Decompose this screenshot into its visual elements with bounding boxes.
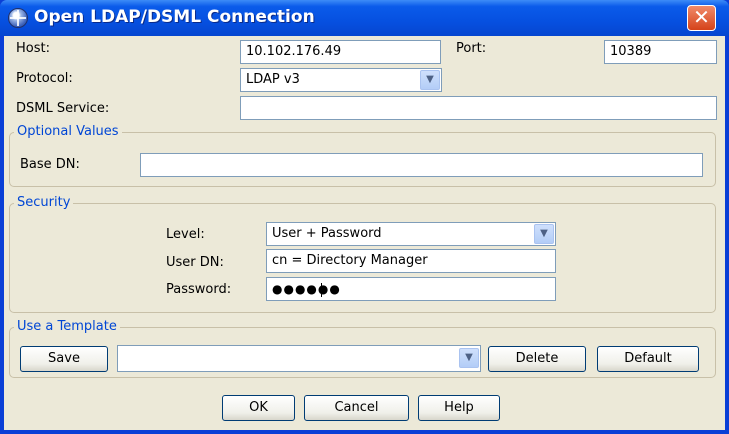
protocol-value: LDAP v3 [246, 72, 300, 87]
dialog-body: Host: 10.102.176.49 Port: 10389 Protocol… [4, 36, 725, 430]
title-bar[interactable]: Open LDAP/DSML Connection ✕ [0, 0, 729, 36]
template-title: Use a Template [14, 319, 120, 334]
dialog-window: Open LDAP/DSML Connection ✕ Host: 10.102… [0, 0, 729, 434]
ldap-connection-icon [8, 8, 28, 28]
host-label: Host: [16, 41, 50, 56]
delete-template-button[interactable]: Delete [488, 346, 586, 372]
close-button[interactable]: ✕ [687, 5, 716, 31]
level-select[interactable]: User + Password ▼ [266, 222, 556, 246]
password-label: Password: [166, 282, 232, 297]
save-template-button[interactable]: Save [20, 346, 108, 372]
window-title: Open LDAP/DSML Connection [34, 7, 315, 27]
chevron-down-icon[interactable]: ▼ [459, 348, 479, 368]
chevron-down-icon[interactable]: ▼ [420, 70, 440, 90]
protocol-label: Protocol: [16, 71, 73, 86]
level-value: User + Password [272, 226, 382, 241]
user-dn-label: User DN: [166, 255, 224, 270]
help-button[interactable]: Help [418, 395, 500, 421]
default-template-button[interactable]: Default [597, 346, 699, 372]
base-dn-label: Base DN: [20, 157, 80, 172]
dsml-service-input[interactable] [240, 96, 717, 120]
cancel-button[interactable]: Cancel [304, 395, 409, 421]
security-title: Security [14, 195, 74, 210]
password-input[interactable]: ●●●●●● [266, 277, 556, 301]
user-dn-input[interactable]: cn = Directory Manager [266, 249, 556, 273]
protocol-select[interactable]: LDAP v3 ▼ [240, 68, 442, 92]
port-input[interactable]: 10389 [604, 40, 717, 64]
host-input[interactable]: 10.102.176.49 [240, 40, 441, 64]
port-label: Port: [456, 41, 487, 56]
template-select[interactable]: ▼ [117, 345, 481, 372]
base-dn-input[interactable] [140, 153, 703, 177]
chevron-down-icon[interactable]: ▼ [534, 224, 554, 244]
optional-values-title: Optional Values [14, 124, 122, 139]
level-label: Level: [166, 227, 205, 242]
text-cursor-icon [321, 283, 329, 297]
ok-button[interactable]: OK [222, 395, 295, 421]
dsml-service-label: DSML Service: [16, 101, 110, 116]
